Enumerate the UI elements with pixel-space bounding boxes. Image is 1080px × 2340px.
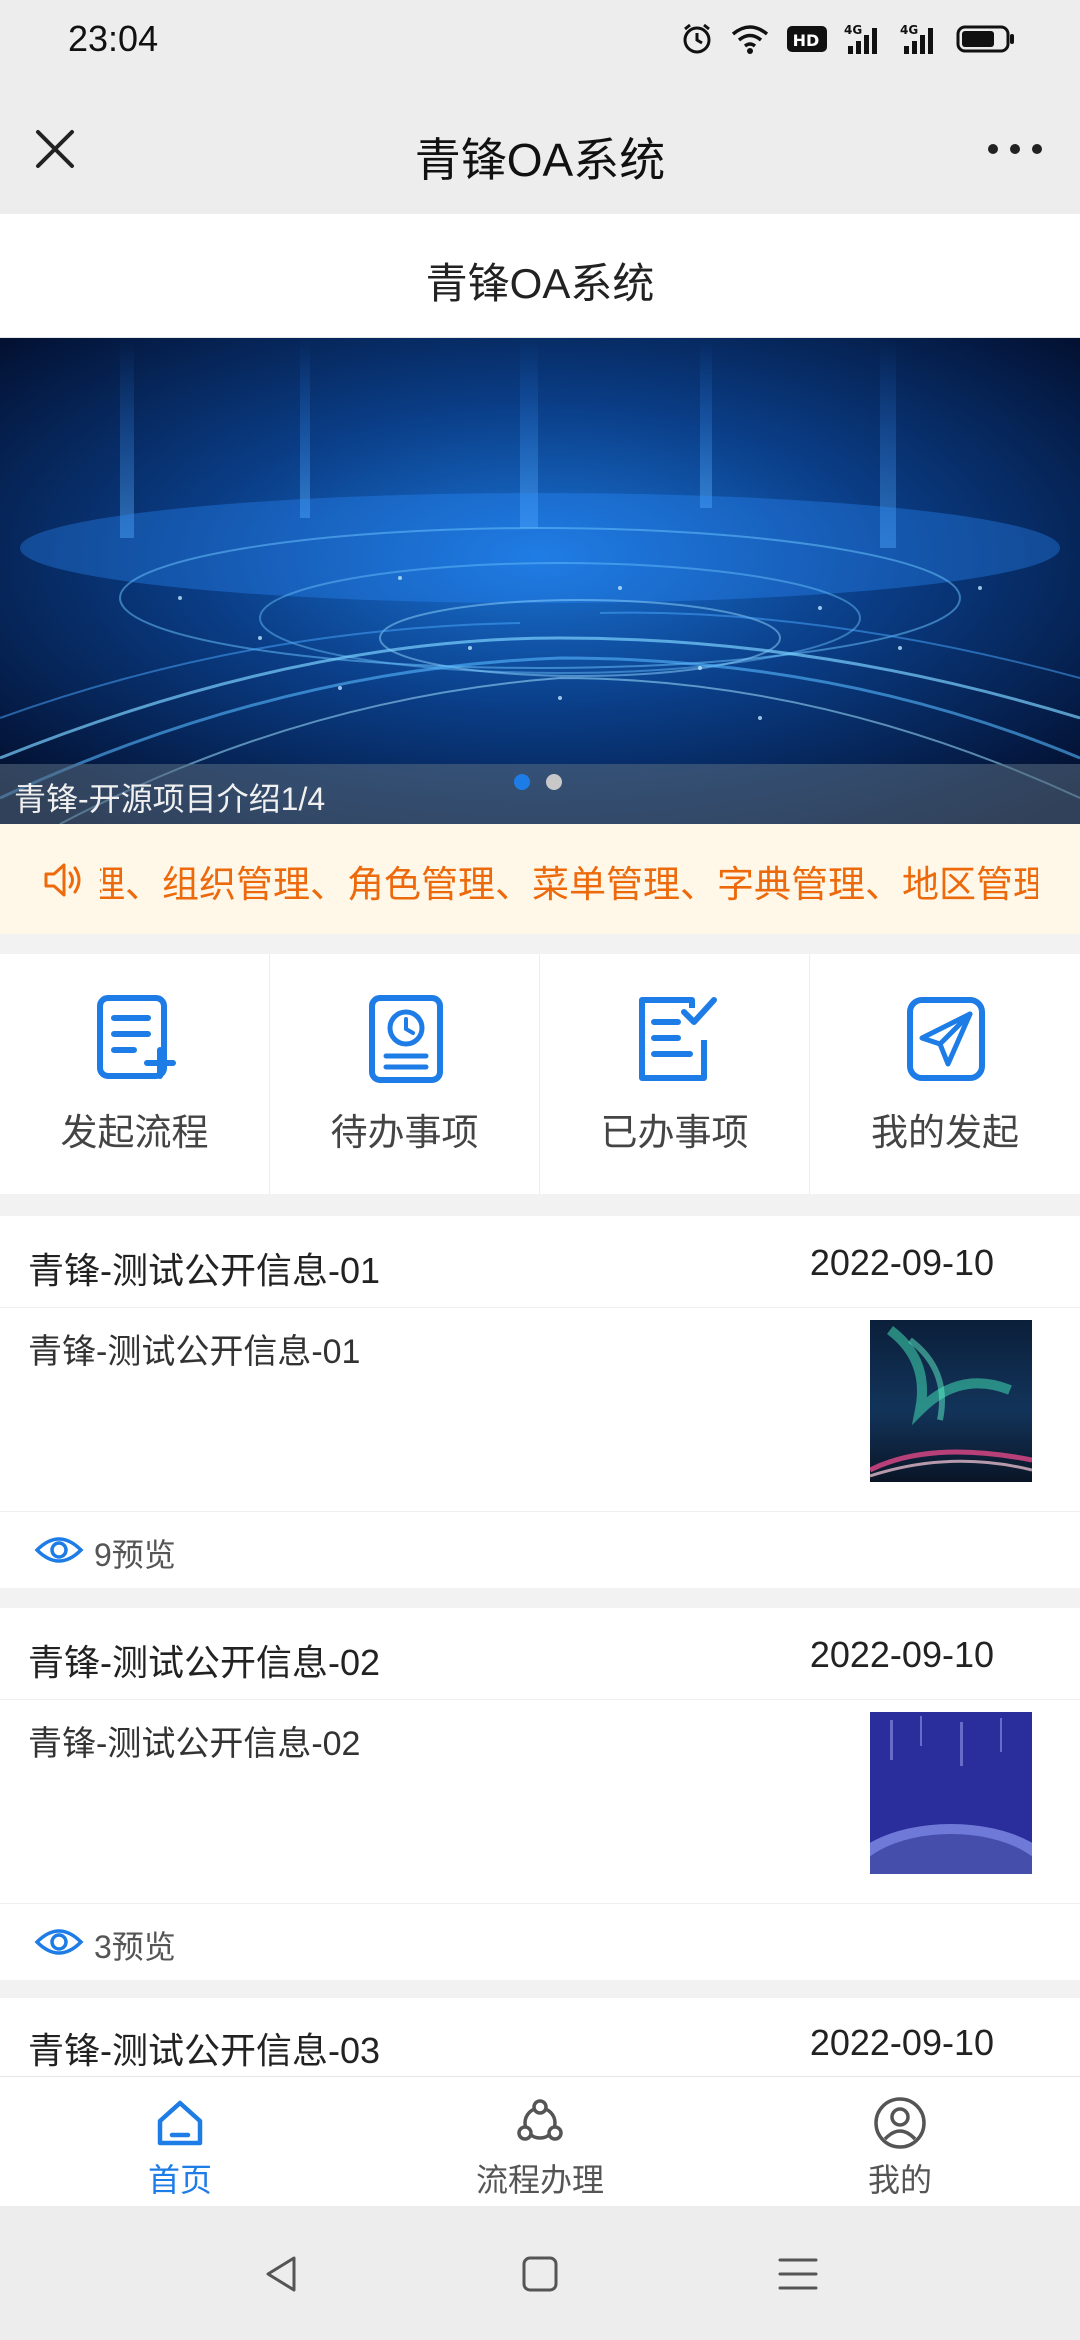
notice-bar[interactable]: 理、组织管理、角色管理、菜单管理、字典管理、地区管理 — [0, 824, 1080, 934]
page-title: 青锋OA系统 — [425, 260, 655, 307]
menu-nav-icon[interactable] — [776, 2252, 820, 2296]
info-card-header: 青锋-测试公开信息-02 2022-09-10 — [0, 1608, 1080, 1700]
info-card-header: 青锋-测试公开信息-03 2022-09-10 — [0, 1998, 1080, 2076]
info-title: 青锋-测试公开信息-02 — [28, 1642, 381, 1683]
speaker-icon — [44, 863, 81, 897]
signal-4g-icon: 4G — [900, 23, 933, 54]
view-count: 9预览 — [94, 1537, 176, 1573]
status-time: 23:04 — [68, 18, 159, 59]
view-count: 3预览 — [94, 1929, 176, 1965]
home-icon — [157, 2100, 203, 2146]
app-title: 青锋OA系统 — [414, 134, 666, 186]
info-card[interactable]: 青锋-测试公开信息-03 2022-09-10 — [0, 1998, 1080, 2076]
tab-label: 我的 — [867, 2162, 932, 2198]
svg-text:HD: HD — [793, 31, 820, 50]
eye-icon — [34, 1929, 84, 1955]
menu-done[interactable]: 已办事项 — [540, 954, 810, 1194]
bottom-tab-bar: 首页 流程办理 我的 — [0, 2076, 1080, 2206]
process-icon — [517, 2099, 563, 2141]
user-icon — [874, 2097, 926, 2149]
info-card-header: 青锋-测试公开信息-01 2022-09-10 — [0, 1216, 1080, 1308]
info-date: 2022-09-10 — [809, 1634, 994, 1675]
info-date: 2022-09-10 — [809, 1242, 994, 1283]
menu-label: 已办事项 — [600, 1112, 749, 1153]
battery-icon — [956, 25, 1014, 53]
document-add-icon — [97, 995, 176, 1079]
tab-home[interactable]: 首页 — [0, 2077, 360, 2207]
page-header: 青锋OA系统 — [0, 214, 1080, 338]
info-card[interactable]: 青锋-测试公开信息-02 2022-09-10 青锋-测试公开信息-02 3预览 — [0, 1608, 1080, 1980]
menu-label: 发起流程 — [60, 1112, 209, 1153]
banner-caption: 青锋-开源项目介绍1/4 — [14, 781, 326, 817]
title-bar: 青锋OA系统 — [0, 84, 1080, 214]
notice-text: 理、组织管理、角色管理、菜单管理、字典管理、地区管理 — [100, 864, 1038, 905]
info-card-body: 青锋-测试公开信息-01 — [0, 1308, 1080, 1512]
banner-caption-bar: 青锋-开源项目介绍1/4 — [0, 764, 1080, 824]
banner-image — [0, 338, 1080, 824]
notice-marquee: 理、组织管理、角色管理、菜单管理、字典管理、地区管理 — [100, 824, 1038, 934]
info-card-footer: 9预览 — [0, 1512, 1080, 1588]
pending-clock-icon — [369, 995, 443, 1083]
banner-carousel[interactable]: 青锋-开源项目介绍1/4 — [0, 338, 1080, 824]
tab-label: 流程办理 — [475, 2162, 604, 2198]
info-title: 青锋-测试公开信息-01 — [28, 1250, 381, 1291]
signal-4g-icon: 4G — [844, 23, 877, 54]
system-navigation-bar — [0, 2206, 1080, 2340]
tab-process[interactable]: 流程办理 — [360, 2077, 720, 2207]
done-check-icon — [639, 997, 717, 1081]
send-icon — [907, 997, 985, 1081]
tab-mine[interactable]: 我的 — [720, 2077, 1080, 2207]
info-card[interactable]: 青锋-测试公开信息-01 2022-09-10 青锋-测试公开信息-01 9预览 — [0, 1216, 1080, 1588]
back-icon[interactable] — [260, 2252, 304, 2296]
menu-label: 待办事项 — [330, 1112, 479, 1153]
home-nav-icon[interactable] — [518, 2252, 562, 2296]
status-icons: HD 4G 4G — [680, 22, 1016, 56]
menu-label: 我的发起 — [871, 1112, 1019, 1153]
svg-text:4G: 4G — [900, 23, 918, 37]
info-title: 青锋-测试公开信息-03 — [28, 2030, 381, 2071]
more-icon[interactable] — [980, 126, 1050, 172]
svg-text:4G: 4G — [844, 23, 862, 37]
carousel-dot[interactable] — [514, 774, 530, 790]
tab-label: 首页 — [147, 2162, 212, 2198]
hd-icon: HD — [787, 26, 827, 52]
info-desc: 青锋-测试公开信息-02 — [28, 1725, 361, 1763]
menu-start-process[interactable]: 发起流程 — [0, 954, 270, 1194]
info-thumbnail — [870, 1712, 1032, 1874]
info-card-footer: 3预览 — [0, 1904, 1080, 1980]
menu-my-initiated[interactable]: 我的发起 — [810, 954, 1080, 1194]
carousel-indicator — [514, 774, 562, 790]
status-bar: 23:04 HD 4G 4G — [0, 0, 1080, 84]
menu-pending[interactable]: 待办事项 — [270, 954, 540, 1194]
info-thumbnail — [870, 1320, 1032, 1482]
info-date: 2022-09-10 — [809, 2022, 994, 2063]
wifi-icon — [731, 25, 769, 54]
info-desc: 青锋-测试公开信息-01 — [28, 1333, 361, 1371]
alarm-icon — [683, 23, 711, 54]
carousel-dot[interactable] — [546, 774, 562, 790]
eye-icon — [34, 1537, 84, 1563]
info-card-body: 青锋-测试公开信息-02 — [0, 1700, 1080, 1904]
quick-menu: 发起流程 待办事项 已办事项 我的发起 — [0, 954, 1080, 1194]
